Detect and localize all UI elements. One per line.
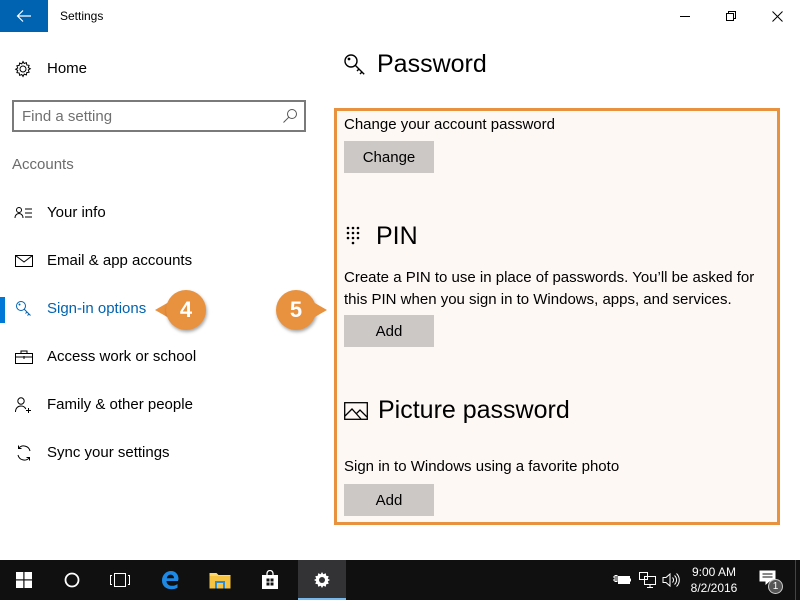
action-center-button[interactable]: 1 <box>757 568 785 596</box>
search-icon[interactable] <box>282 108 298 124</box>
notification-count-badge: 1 <box>768 579 783 594</box>
picture-password-title: Picture password <box>378 396 570 424</box>
clock-time: 9:00 AM <box>691 565 737 579</box>
close-icon <box>771 10 783 22</box>
home-nav-item[interactable]: Home <box>0 52 320 86</box>
back-button[interactable] <box>0 0 48 32</box>
volume-icon <box>662 572 680 588</box>
volume-control[interactable] <box>662 572 680 588</box>
store-button[interactable] <box>246 560 294 600</box>
sidebar-item-label: Your info <box>47 204 106 221</box>
restore-icon <box>726 11 736 21</box>
search-box[interactable] <box>12 100 306 132</box>
clock-date: 8/2/2016 <box>690 581 738 595</box>
briefcase-icon <box>14 349 34 365</box>
edge-button[interactable] <box>146 560 194 600</box>
gear-icon <box>14 60 32 78</box>
cortana-circle-icon <box>64 572 80 588</box>
edge-browser-icon <box>162 571 179 590</box>
show-desktop-button[interactable] <box>795 560 796 600</box>
window-title: Settings <box>60 9 104 23</box>
sidebar-item-email-accounts[interactable]: Email & app accounts <box>0 241 320 281</box>
search-input[interactable] <box>22 106 272 126</box>
minimize-icon <box>680 16 690 17</box>
envelope-icon <box>14 253 34 269</box>
keypad-icon <box>346 226 360 244</box>
callout-4: 4 <box>166 290 206 330</box>
sidebar-item-label: Family & other people <box>47 396 193 413</box>
task-view-icon <box>110 573 130 587</box>
file-explorer-button[interactable] <box>196 560 244 600</box>
sidebar-item-sync[interactable]: Sync your settings <box>0 433 320 473</box>
add-person-icon <box>14 397 34 413</box>
start-button[interactable] <box>0 560 48 600</box>
sidebar-item-label: Sync your settings <box>47 444 170 461</box>
settings-window: Settings Home Accounts Your info <box>0 0 800 560</box>
home-label: Home <box>47 60 88 77</box>
arrow-left-icon <box>16 10 31 22</box>
cortana-button[interactable] <box>48 560 96 600</box>
sidebar-item-family[interactable]: Family & other people <box>0 385 320 425</box>
network-status[interactable] <box>639 572 657 588</box>
picture-password-description: Sign in to Windows using a favorite phot… <box>344 458 620 475</box>
section-label-accounts: Accounts <box>12 156 74 173</box>
pin-title: PIN <box>376 222 418 250</box>
gear-icon <box>314 572 330 588</box>
sidebar-item-label: Sign-in options <box>47 300 147 317</box>
sync-icon <box>14 445 34 461</box>
close-button[interactable] <box>754 0 800 32</box>
callout-5-pointer <box>313 302 327 318</box>
pin-description: Create a PIN to use in place of password… <box>344 269 755 308</box>
add-picture-password-button[interactable]: Add <box>344 484 434 516</box>
picture-icon <box>344 401 368 420</box>
sidebar-item-work-school[interactable]: Access work or school <box>0 337 320 377</box>
sidebar-item-label: Access work or school <box>47 348 197 365</box>
taskbar: 9:00 AM 8/2/2016 1 <box>0 560 800 600</box>
key-icon <box>14 301 34 317</box>
add-pin-button[interactable]: Add <box>344 315 434 347</box>
restore-button[interactable] <box>708 0 754 32</box>
contact-card-icon <box>14 205 34 221</box>
network-icon <box>639 572 656 588</box>
settings-taskbar-button[interactable] <box>298 560 346 600</box>
password-description: Change your account password <box>344 116 555 133</box>
selection-indicator <box>0 297 5 323</box>
sidebar-item-label: Email & app accounts <box>47 252 193 269</box>
battery-plug-icon <box>613 575 631 584</box>
picture-password-header: Picture password <box>344 396 570 425</box>
task-view-button[interactable] <box>96 560 144 600</box>
callout-5: 5 <box>276 290 316 330</box>
page-title-text: Password <box>377 50 487 78</box>
clock[interactable]: 9:00 AM 8/2/2016 <box>684 564 744 596</box>
key-icon <box>344 53 365 75</box>
title-bar: Settings <box>0 0 800 32</box>
pin-header: PIN <box>346 222 418 251</box>
minimize-button[interactable] <box>662 0 708 32</box>
folder-icon <box>209 573 231 589</box>
store-bag-icon <box>262 570 278 589</box>
power-status[interactable] <box>613 572 631 588</box>
change-password-button[interactable]: Change <box>344 141 434 173</box>
sidebar-item-your-info[interactable]: Your info <box>0 193 320 233</box>
page-title: Password <box>343 50 487 79</box>
windows-logo-icon <box>16 572 32 588</box>
